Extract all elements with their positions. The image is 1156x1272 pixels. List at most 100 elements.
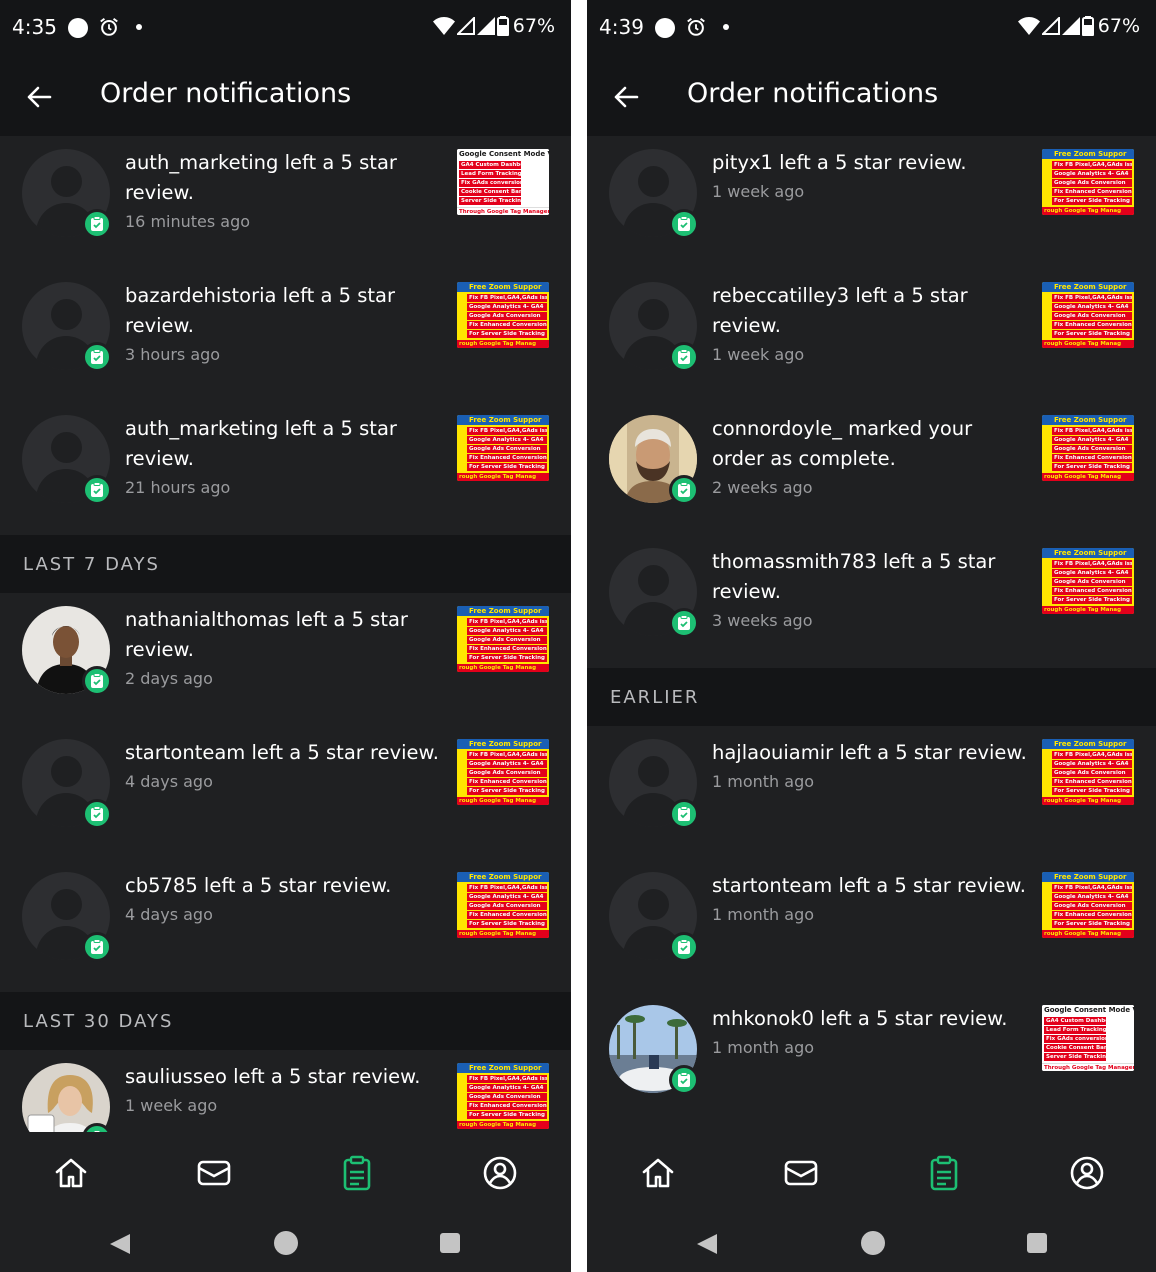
notification-dot-icon (655, 18, 675, 38)
system-home-icon[interactable] (274, 1231, 298, 1255)
avatar-container[interactable] (22, 149, 112, 239)
thumbnail-row: Fix Enhanced Conversion (467, 778, 547, 786)
home-icon[interactable] (52, 1154, 90, 1192)
avatar-container[interactable] (609, 872, 699, 962)
thumbnail-header: Free Zoom Suppor (457, 415, 549, 425)
inbox-icon[interactable] (782, 1154, 820, 1192)
thumbnail-row: Google Analytics 4- GA4 (1052, 436, 1132, 444)
notification-message: startonteam left a 5 star review. (125, 741, 439, 764)
avatar-container[interactable] (22, 872, 112, 962)
notification-item[interactable]: thomassmith783 left a 5 star review. 3 we… (587, 535, 1156, 668)
thumbnail-header: Free Zoom Suppor (1042, 548, 1134, 558)
order-clipboard-badge-icon (82, 799, 112, 829)
avatar-container[interactable] (609, 1005, 699, 1095)
notification-item[interactable]: startonteam left a 5 star review. 4 days … (0, 726, 571, 859)
gig-thumbnail-zoom-support[interactable]: Free Zoom Suppor Fix FB Pixel,GA4,GAds is… (457, 606, 549, 672)
thumbnail-row: Google Ads Conversion (467, 636, 547, 644)
system-back-icon[interactable] (695, 1232, 719, 1256)
thumbnail-row: Fix FB Pixel,GA4,GAds issue (1052, 560, 1132, 568)
gig-thumbnail-consent-mode[interactable]: Google Consent Mode V2 GA4 Custom Dashboa… (457, 149, 549, 215)
section-header-earlier: EARLIER (587, 668, 1156, 726)
wifi-icon (432, 17, 455, 35)
notification-message: hajlaouiamir left a 5 star review. (712, 741, 1027, 764)
gig-thumbnail-zoom-support[interactable]: Free Zoom Suppor Fix FB Pixel,GA4,GAds is… (1042, 872, 1134, 938)
orders-icon[interactable] (925, 1154, 963, 1192)
gig-thumbnail-zoom-support[interactable]: Free Zoom Suppor Fix FB Pixel,GA4,GAds is… (1042, 739, 1134, 805)
thumbnail-row: Google Ads Conversion (1052, 769, 1132, 777)
thumbnail-row: Server Side Tracking (459, 197, 521, 205)
thumbnail-row: Google Analytics 4- GA4 (467, 303, 547, 311)
gig-thumbnail-zoom-support[interactable]: Free Zoom Suppor Fix FB Pixel,GA4,GAds is… (1042, 548, 1134, 614)
avatar-container[interactable] (22, 282, 112, 372)
battery-icon (1081, 16, 1094, 36)
home-icon[interactable] (639, 1154, 677, 1192)
avatar-container[interactable] (609, 282, 699, 372)
thumbnail-row: Fix FB Pixel,GA4,GAds issue (467, 427, 547, 435)
notification-timestamp: 3 weeks ago (712, 611, 813, 630)
avatar-container[interactable] (22, 606, 112, 696)
notification-item[interactable]: mhkonok0 left a 5 star review. 1 month ag… (587, 992, 1156, 1125)
notification-item[interactable]: rebeccatilley3 left a 5 star review. 1 we… (587, 269, 1156, 402)
thumbnail-row: For Server Side Tracking (467, 920, 547, 928)
profile-icon[interactable] (481, 1154, 519, 1192)
thumbnail-footer: Through Google Tag Manager (457, 207, 549, 215)
gig-thumbnail-consent-mode[interactable]: Google Consent Mode V2 GA4 Custom Dashboa… (1042, 1005, 1134, 1071)
order-clipboard-badge-icon (669, 209, 699, 239)
notification-item[interactable]: startonteam left a 5 star review. 1 month… (587, 859, 1156, 992)
avatar-container[interactable] (609, 739, 699, 829)
system-recents-icon[interactable] (1027, 1233, 1047, 1253)
gig-thumbnail-zoom-support[interactable]: Free Zoom Suppor Fix FB Pixel,GA4,GAds is… (1042, 282, 1134, 348)
notification-item[interactable]: nathanialthomas left a 5 star review. 2 d… (0, 593, 571, 726)
gig-thumbnail-zoom-support[interactable]: Free Zoom Suppor Fix FB Pixel,GA4,GAds is… (457, 739, 549, 805)
inbox-icon[interactable] (195, 1154, 233, 1192)
avatar-container[interactable] (22, 415, 112, 505)
thumbnail-row: Cookie Consent Banner (459, 188, 521, 196)
notification-item[interactable]: bazardehistoria left a 5 star review. 3 h… (0, 269, 571, 402)
more-notifications-dot-icon (723, 24, 729, 30)
gig-thumbnail-zoom-support[interactable]: Free Zoom Suppor Fix FB Pixel,GA4,GAds is… (1042, 415, 1134, 481)
notification-list: auth_marketing left a 5 star review. 16 m… (0, 136, 571, 1183)
notification-item[interactable]: connordoyle_ marked your order as comple… (587, 402, 1156, 535)
avatar-container[interactable] (22, 739, 112, 829)
thumbnail-row: For Server Side Tracking (1052, 596, 1132, 604)
signal-full-icon (476, 17, 495, 35)
thumbnail-footer: rough Google Tag Manag (1042, 340, 1134, 348)
notification-message: connordoyle_ marked your order as comple… (712, 417, 973, 470)
thumbnail-footer: rough Google Tag Manag (457, 797, 549, 805)
notification-item[interactable]: pityx1 left a 5 star review. 1 week ago Fr… (587, 136, 1156, 269)
gig-thumbnail-zoom-support[interactable]: Free Zoom Suppor Fix FB Pixel,GA4,GAds is… (457, 415, 549, 481)
notification-message: auth_marketing left a 5 star review. (125, 151, 397, 204)
orders-icon[interactable] (338, 1154, 376, 1192)
notification-message: rebeccatilley3 left a 5 star review. (712, 284, 968, 337)
more-notifications-dot-icon (136, 24, 142, 30)
thumbnail-row: Fix FB Pixel,GA4,GAds issue (1052, 427, 1132, 435)
back-arrow-icon[interactable] (611, 82, 641, 112)
gig-thumbnail-zoom-support[interactable]: Free Zoom Suppor Fix FB Pixel,GA4,GAds is… (457, 282, 549, 348)
thumbnail-header: Google Consent Mode V2 (1042, 1005, 1134, 1015)
page-title: Order notifications (687, 78, 939, 109)
thumbnail-row: Fix FB Pixel,GA4,GAds issue (1052, 751, 1132, 759)
thumbnail-header: Free Zoom Suppor (1042, 149, 1134, 159)
avatar-container[interactable] (609, 548, 699, 638)
thumbnail-row: Google Ads Conversion (1052, 902, 1132, 910)
notification-item[interactable]: hajlaouiamir left a 5 star review. 1 mont… (587, 726, 1156, 859)
system-recents-icon[interactable] (440, 1233, 460, 1253)
notification-item[interactable]: auth_marketing left a 5 star review. 16 m… (0, 136, 571, 269)
avatar-container[interactable] (609, 415, 699, 505)
alarm-icon (687, 17, 705, 36)
profile-icon[interactable] (1068, 1154, 1106, 1192)
notification-item[interactable]: cb5785 left a 5 star review. 4 days ago Fr… (0, 859, 571, 992)
notification-timestamp: 4 days ago (125, 905, 213, 924)
thumbnail-row: For Server Side Tracking (1052, 463, 1132, 471)
gig-thumbnail-zoom-support[interactable]: Free Zoom Suppor Fix FB Pixel,GA4,GAds is… (457, 872, 549, 938)
avatar-container[interactable] (609, 149, 699, 239)
system-home-icon[interactable] (861, 1231, 885, 1255)
gig-thumbnail-zoom-support[interactable]: Free Zoom Suppor Fix FB Pixel,GA4,GAds is… (1042, 149, 1134, 215)
back-arrow-icon[interactable] (24, 82, 54, 112)
system-back-icon[interactable] (108, 1232, 132, 1256)
gig-thumbnail-zoom-support[interactable]: Free Zoom Suppor Fix FB Pixel,GA4,GAds is… (457, 1063, 549, 1129)
notification-item[interactable]: auth_marketing left a 5 star review. 21 h… (0, 402, 571, 535)
thumbnail-row: Fix FB Pixel,GA4,GAds issue (467, 1075, 547, 1083)
thumbnail-footer: rough Google Tag Manag (457, 473, 549, 481)
thumbnail-header: Free Zoom Suppor (1042, 872, 1134, 882)
